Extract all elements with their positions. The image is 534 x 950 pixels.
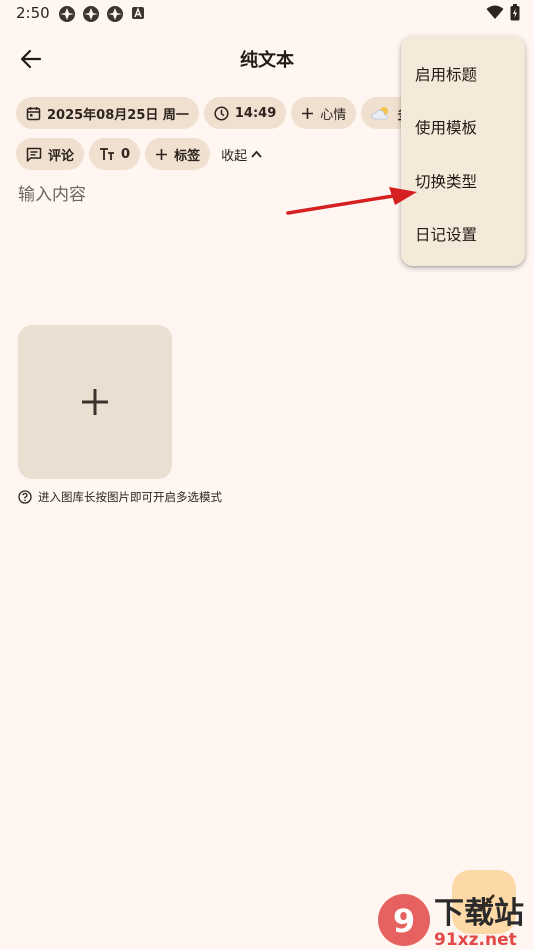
date-chip-label: 2025年08月25日 周一: [47, 107, 189, 123]
chevron-up-icon: [251, 150, 262, 158]
meta-chip-row-1: 2025年08月25日 周一 14:49 心情 多: [16, 97, 427, 129]
time-chip[interactable]: 14:49: [203, 97, 287, 129]
menu-item-switch-type[interactable]: 切换类型: [415, 170, 477, 192]
plus-icon: [156, 148, 168, 160]
watermark-line2: 91xz.net: [434, 930, 517, 950]
gallery-hint-text: 进入图库长按图片即可开启多选模式: [38, 490, 222, 504]
wifi-icon: [486, 5, 504, 19]
site-watermark: 9 下载站 91xz.net: [378, 894, 524, 950]
word-count-chip[interactable]: 0: [89, 138, 141, 170]
overflow-menu: 启用标题 使用模板 切换类型 日记设置: [401, 36, 525, 266]
gallery-hint: 进入图库长按图片即可开启多选模式: [18, 489, 222, 505]
notification-app-icon: [107, 6, 123, 22]
plus-icon: [302, 107, 314, 119]
help-circle-icon: [18, 490, 32, 504]
menu-item-enable-title[interactable]: 启用标题: [415, 63, 477, 85]
battery-icon: [510, 4, 520, 21]
add-image-button[interactable]: [18, 325, 172, 479]
font-badge-icon: [132, 7, 144, 19]
comment-chip[interactable]: 评论: [16, 138, 85, 170]
tag-chip[interactable]: 标签: [145, 138, 211, 170]
system-icons: [486, 4, 520, 21]
svg-text:9: 9: [393, 902, 415, 940]
word-count-label: 0: [121, 146, 131, 162]
notification-icons: [58, 5, 146, 23]
collapse-label: 收起: [221, 148, 248, 164]
clock-icon: [214, 105, 229, 121]
notification-app-icon: [59, 6, 75, 22]
mood-chip-label: 心情: [320, 107, 347, 123]
mood-chip[interactable]: 心情: [291, 97, 357, 129]
time-chip-label: 14:49: [234, 105, 277, 121]
watermark-line1: 下载站: [434, 896, 524, 931]
tag-chip-label: 标签: [174, 148, 201, 164]
weather-cloud-icon: [371, 107, 389, 120]
date-chip[interactable]: 2025年08月25日 周一: [16, 97, 199, 129]
notification-app-icon: [83, 6, 99, 22]
comment-icon: [26, 147, 42, 162]
menu-item-use-template[interactable]: 使用模板: [415, 116, 477, 138]
comment-chip-label: 评论: [48, 148, 75, 164]
plus-icon: [82, 389, 108, 415]
status-time: 2:50: [16, 4, 50, 22]
status-bar: 2:50: [0, 0, 534, 28]
meta-chip-row-2: 评论 0 标签 收起: [16, 138, 262, 170]
collapse-toggle[interactable]: 收起: [221, 145, 262, 164]
calendar-icon: [26, 106, 41, 120]
text-size-icon: [100, 148, 115, 160]
menu-item-diary-settings[interactable]: 日记设置: [415, 223, 477, 245]
annotation-arrow: [286, 187, 417, 215]
